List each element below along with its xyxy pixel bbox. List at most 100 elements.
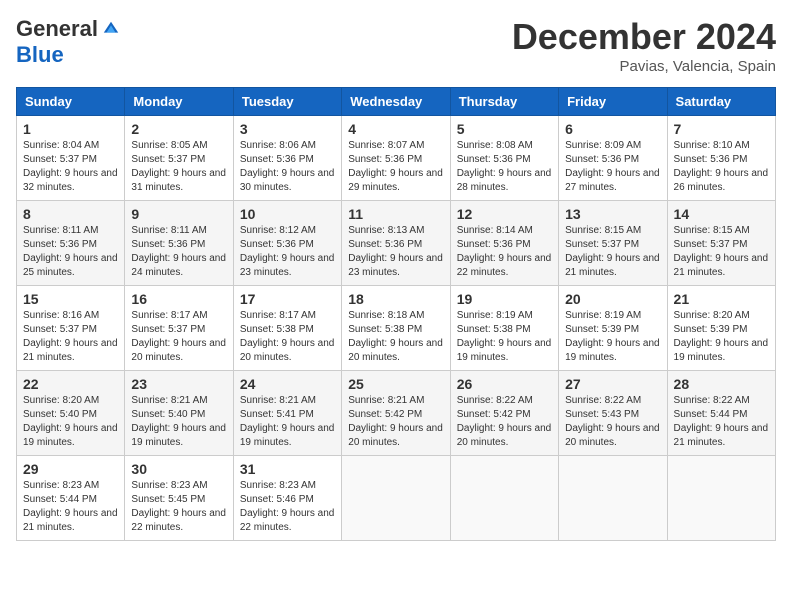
day-info: Sunrise: 8:04 AMSunset: 5:37 PMDaylight:… bbox=[23, 139, 118, 195]
day-info: Sunrise: 8:15 AMSunset: 5:37 PMDaylight:… bbox=[565, 224, 660, 280]
day-number: 26 bbox=[457, 376, 552, 392]
day-number: 16 bbox=[131, 291, 226, 307]
table-row: 15 Sunrise: 8:16 AMSunset: 5:37 PMDayligh… bbox=[17, 286, 125, 371]
day-number: 17 bbox=[240, 291, 335, 307]
day-info: Sunrise: 8:18 AMSunset: 5:38 PMDaylight:… bbox=[348, 309, 443, 365]
day-number: 22 bbox=[23, 376, 118, 392]
calendar-header-friday: Friday bbox=[559, 88, 667, 116]
calendar-week-5: 29 Sunrise: 8:23 AMSunset: 5:44 PMDayligh… bbox=[17, 456, 776, 541]
table-row: 19 Sunrise: 8:19 AMSunset: 5:38 PMDayligh… bbox=[450, 286, 558, 371]
day-number: 20 bbox=[565, 291, 660, 307]
day-number: 2 bbox=[131, 121, 226, 137]
calendar-week-3: 15 Sunrise: 8:16 AMSunset: 5:37 PMDayligh… bbox=[17, 286, 776, 371]
day-info: Sunrise: 8:19 AMSunset: 5:39 PMDaylight:… bbox=[565, 309, 660, 365]
header: General Blue December 2024 Pavias, Valen… bbox=[16, 16, 776, 75]
day-info: Sunrise: 8:05 AMSunset: 5:37 PMDaylight:… bbox=[131, 139, 226, 195]
day-number: 14 bbox=[674, 206, 769, 222]
table-row: 23 Sunrise: 8:21 AMSunset: 5:40 PMDayligh… bbox=[125, 371, 233, 456]
calendar-header-saturday: Saturday bbox=[667, 88, 775, 116]
table-row: 18 Sunrise: 8:18 AMSunset: 5:38 PMDayligh… bbox=[342, 286, 450, 371]
calendar-header-tuesday: Tuesday bbox=[233, 88, 341, 116]
day-number: 6 bbox=[565, 121, 660, 137]
day-info: Sunrise: 8:20 AMSunset: 5:40 PMDaylight:… bbox=[23, 394, 118, 450]
day-info: Sunrise: 8:16 AMSunset: 5:37 PMDaylight:… bbox=[23, 309, 118, 365]
title-area: December 2024 Pavias, Valencia, Spain bbox=[512, 16, 776, 75]
table-row bbox=[667, 456, 775, 541]
table-row: 11Sunrise: 8:13 AMSunset: 5:36 PMDayligh… bbox=[342, 201, 450, 286]
table-row: 21Sunrise: 8:20 AMSunset: 5:39 PMDayligh… bbox=[667, 286, 775, 371]
logo-icon bbox=[102, 20, 120, 38]
day-number: 27 bbox=[565, 376, 660, 392]
day-number: 24 bbox=[240, 376, 335, 392]
table-row: 22 Sunrise: 8:20 AMSunset: 5:40 PMDayligh… bbox=[17, 371, 125, 456]
day-number: 9 bbox=[131, 206, 226, 222]
day-info: Sunrise: 8:17 AMSunset: 5:37 PMDaylight:… bbox=[131, 309, 226, 365]
day-number: 15 bbox=[23, 291, 118, 307]
calendar-header-monday: Monday bbox=[125, 88, 233, 116]
table-row: 2 Sunrise: 8:05 AMSunset: 5:37 PMDaylight… bbox=[125, 116, 233, 201]
day-info: Sunrise: 8:22 AMSunset: 5:44 PMDaylight:… bbox=[674, 394, 769, 450]
day-number: 29 bbox=[23, 461, 118, 477]
day-info: Sunrise: 8:07 AMSunset: 5:36 PMDaylight:… bbox=[348, 139, 443, 195]
day-number: 23 bbox=[131, 376, 226, 392]
day-number: 12 bbox=[457, 206, 552, 222]
table-row: 8Sunrise: 8:11 AMSunset: 5:36 PMDaylight… bbox=[17, 201, 125, 286]
calendar-header-thursday: Thursday bbox=[450, 88, 558, 116]
day-number: 31 bbox=[240, 461, 335, 477]
logo-blue-text: Blue bbox=[16, 42, 64, 68]
day-info: Sunrise: 8:12 AMSunset: 5:36 PMDaylight:… bbox=[240, 224, 335, 280]
day-info: Sunrise: 8:10 AMSunset: 5:36 PMDaylight:… bbox=[674, 139, 769, 195]
day-info: Sunrise: 8:11 AMSunset: 5:36 PMDaylight:… bbox=[131, 224, 226, 280]
table-row: 24 Sunrise: 8:21 AMSunset: 5:41 PMDayligh… bbox=[233, 371, 341, 456]
table-row: 26 Sunrise: 8:22 AMSunset: 5:42 PMDayligh… bbox=[450, 371, 558, 456]
table-row: 10 Sunrise: 8:12 AMSunset: 5:36 PMDayligh… bbox=[233, 201, 341, 286]
day-info: Sunrise: 8:22 AMSunset: 5:42 PMDaylight:… bbox=[457, 394, 552, 450]
table-row: 16 Sunrise: 8:17 AMSunset: 5:37 PMDayligh… bbox=[125, 286, 233, 371]
table-row: 25Sunrise: 8:21 AMSunset: 5:42 PMDayligh… bbox=[342, 371, 450, 456]
day-number: 8 bbox=[23, 206, 118, 222]
table-row bbox=[559, 456, 667, 541]
day-info: Sunrise: 8:23 AMSunset: 5:44 PMDaylight:… bbox=[23, 479, 118, 535]
day-number: 18 bbox=[348, 291, 443, 307]
table-row: 28 Sunrise: 8:22 AMSunset: 5:44 PMDayligh… bbox=[667, 371, 775, 456]
table-row: 12Sunrise: 8:14 AMSunset: 5:36 PMDayligh… bbox=[450, 201, 558, 286]
table-row: 7Sunrise: 8:10 AMSunset: 5:36 PMDaylight… bbox=[667, 116, 775, 201]
day-info: Sunrise: 8:23 AMSunset: 5:45 PMDaylight:… bbox=[131, 479, 226, 535]
table-row bbox=[342, 456, 450, 541]
day-number: 21 bbox=[674, 291, 769, 307]
calendar-header-sunday: Sunday bbox=[17, 88, 125, 116]
day-info: Sunrise: 8:21 AMSunset: 5:41 PMDaylight:… bbox=[240, 394, 335, 450]
table-row: 13Sunrise: 8:15 AMSunset: 5:37 PMDayligh… bbox=[559, 201, 667, 286]
table-row bbox=[450, 456, 558, 541]
calendar-header-wednesday: Wednesday bbox=[342, 88, 450, 116]
calendar-week-2: 8 Sunrise: 8:11 AMSunset: 5:36 PMDaylight… bbox=[17, 201, 776, 286]
table-row: 1 Sunrise: 8:04 AMSunset: 5:37 PMDaylight… bbox=[17, 116, 125, 201]
day-info: Sunrise: 8:15 AMSunset: 5:37 PMDaylight:… bbox=[674, 224, 769, 280]
day-info: Sunrise: 8:19 AMSunset: 5:38 PMDaylight:… bbox=[457, 309, 552, 365]
day-info: Sunrise: 8:17 AMSunset: 5:38 PMDaylight:… bbox=[240, 309, 335, 365]
logo-general-text: General bbox=[16, 16, 98, 42]
day-info: Sunrise: 8:21 AMSunset: 5:40 PMDaylight:… bbox=[131, 394, 226, 450]
calendar-header: SundayMondayTuesdayWednesdayThursdayFrid… bbox=[17, 88, 776, 116]
table-row: 9 Sunrise: 8:11 AMSunset: 5:36 PMDaylight… bbox=[125, 201, 233, 286]
table-row: 4 Sunrise: 8:07 AMSunset: 5:36 PMDaylight… bbox=[342, 116, 450, 201]
day-number: 19 bbox=[457, 291, 552, 307]
table-row: 14 Sunrise: 8:15 AMSunset: 5:37 PMDayligh… bbox=[667, 201, 775, 286]
day-number: 11 bbox=[348, 206, 443, 222]
location: Pavias, Valencia, Spain bbox=[512, 58, 776, 75]
day-number: 30 bbox=[131, 461, 226, 477]
table-row: 29 Sunrise: 8:23 AMSunset: 5:44 PMDayligh… bbox=[17, 456, 125, 541]
table-row: 30 Sunrise: 8:23 AMSunset: 5:45 PMDayligh… bbox=[125, 456, 233, 541]
day-number: 4 bbox=[348, 121, 443, 137]
table-row: 27 Sunrise: 8:22 AMSunset: 5:43 PMDayligh… bbox=[559, 371, 667, 456]
day-info: Sunrise: 8:22 AMSunset: 5:43 PMDaylight:… bbox=[565, 394, 660, 450]
day-number: 1 bbox=[23, 121, 118, 137]
day-number: 3 bbox=[240, 121, 335, 137]
day-number: 28 bbox=[674, 376, 769, 392]
day-number: 10 bbox=[240, 206, 335, 222]
table-row: 5Sunrise: 8:08 AMSunset: 5:36 PMDaylight… bbox=[450, 116, 558, 201]
day-number: 5 bbox=[457, 121, 552, 137]
table-row: 31Sunrise: 8:23 AMSunset: 5:46 PMDayligh… bbox=[233, 456, 341, 541]
day-info: Sunrise: 8:09 AMSunset: 5:36 PMDaylight:… bbox=[565, 139, 660, 195]
day-number: 25 bbox=[348, 376, 443, 392]
